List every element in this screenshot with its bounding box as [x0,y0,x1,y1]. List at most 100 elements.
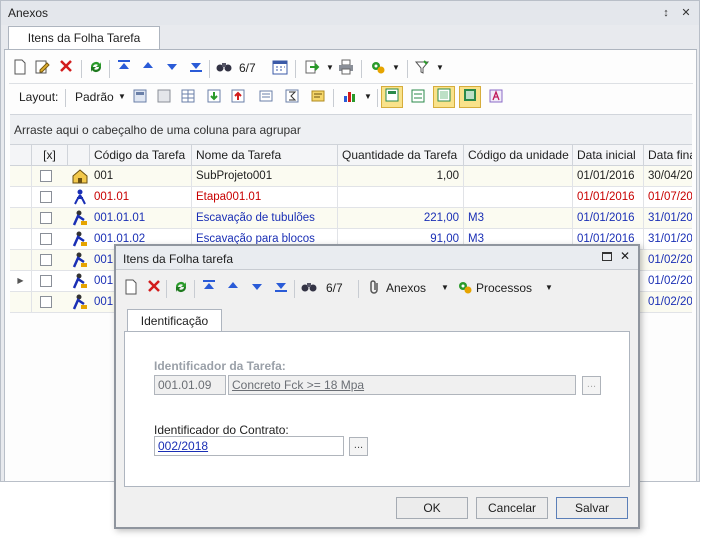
group-hint: Arraste aqui o cabeçalho de uma coluna p… [14,123,301,137]
task-id-code-field[interactable]: 001.01.09 [154,375,226,395]
layout-dropdown-icon[interactable]: ▼ [113,88,131,106]
stage-worker-icon [72,189,88,205]
task-worker-icon [72,273,88,289]
itens-folha-tarefa-dialog: Itens da Folha tarefa ✕ 6/7 Anexos ▼ Pro… [114,244,640,529]
row-checkbox[interactable] [40,191,52,203]
delete-icon[interactable] [57,59,75,77]
binoculars-icon[interactable] [300,279,318,297]
row-checkbox[interactable] [40,275,52,287]
table-row[interactable]: 001.01 Etapa001.01 01/01/2016 01/07/20 [10,187,692,208]
layout-label: Layout: [19,90,59,104]
header-icon [68,145,90,166]
font-icon[interactable] [487,88,505,106]
move-up-icon[interactable] [139,59,157,77]
new-document-icon[interactable] [11,59,29,77]
contract-lookup-button[interactable]: ... [349,437,368,456]
move-last-icon[interactable] [187,59,205,77]
group-by-area[interactable]: Arraste aqui o cabeçalho de uma coluna p… [10,114,692,144]
chart-dropdown-icon[interactable]: ▼ [359,88,377,106]
filter-icon[interactable] [413,59,431,77]
process-gears-icon[interactable] [456,279,474,297]
move-last-icon[interactable] [272,279,290,297]
dialog-toolbar: 6/7 Anexos ▼ Processos ▼ [118,274,636,302]
refresh-icon[interactable] [172,279,190,297]
anexos-menu-button[interactable]: Anexos [386,281,426,295]
refresh-icon[interactable] [87,59,105,77]
panel-title: Anexos [8,6,49,20]
header-select-all[interactable]: [x] [32,145,68,166]
task-id-description-field[interactable]: Concreto Fck >= 18 Mpa [228,375,576,395]
save-button[interactable]: Salvar [556,497,628,519]
view-form-highlighted-icon[interactable] [433,86,455,108]
row-checkbox[interactable] [40,233,52,245]
pin-icon[interactable]: ↕ [659,6,673,20]
move-down-icon[interactable] [163,59,181,77]
anexos-dropdown-icon[interactable]: ▼ [436,279,454,297]
close-icon[interactable]: ✕ [679,6,693,20]
layout-save-icon[interactable] [131,88,149,106]
header-codigo-tarefa[interactable]: Código da Tarefa [90,145,192,166]
ok-button[interactable]: OK [396,497,468,519]
header-codigo-unidade[interactable]: Código da unidade [464,145,573,166]
layout-import-icon[interactable] [205,88,223,106]
subproject-house-icon [72,168,88,184]
tab-identificacao[interactable]: Identificação [127,309,222,332]
filter-dropdown-icon[interactable]: ▼ [431,59,449,77]
view-detail-highlighted-icon[interactable] [459,86,481,108]
layout-sum-icon[interactable] [283,88,301,106]
move-first-icon[interactable] [115,59,133,77]
grid-header: [x] Código da Tarefa Nome da Tarefa Quan… [10,144,692,166]
processos-menu-button[interactable]: Processos [476,281,532,295]
header-data-final[interactable]: Data fina [644,145,692,166]
panel-title-bar: Anexos ↕ ✕ [1,1,699,25]
edit-icon[interactable] [33,59,51,77]
row-checkbox[interactable] [40,212,52,224]
process-gears-icon[interactable] [369,59,387,77]
layout-group-icon[interactable] [257,88,275,106]
task-worker-icon [72,252,88,268]
binoculars-icon[interactable] [215,59,233,77]
dialog-close-icon[interactable]: ✕ [620,249,630,263]
move-first-icon[interactable] [200,279,218,297]
table-row[interactable]: 001 SubProjeto001 1,00 01/01/2016 30/04/… [10,166,692,187]
task-worker-icon [72,210,88,226]
view-list-icon[interactable] [409,88,427,106]
move-up-icon[interactable] [224,279,242,297]
layout-copy-icon[interactable] [155,88,173,106]
layout-note-icon[interactable] [309,88,327,106]
dialog-title: Itens da Folha tarefa [123,252,234,266]
contract-id-field[interactable]: 002/2018 [154,436,344,456]
current-row-indicator-icon: ▶ [10,271,32,291]
layout-select[interactable]: Padrão [75,90,114,104]
processos-dropdown-icon[interactable]: ▼ [540,279,558,297]
maximize-icon[interactable] [602,252,612,261]
move-down-icon[interactable] [248,279,266,297]
layout-export-icon[interactable] [229,88,247,106]
contract-id-label: Identificador do Contrato: [154,423,289,437]
row-checkbox[interactable] [40,170,52,182]
print-icon[interactable] [337,59,355,77]
layout-columns-icon[interactable] [179,88,197,106]
delete-icon[interactable] [145,279,163,297]
cancel-button[interactable]: Cancelar [476,497,548,519]
header-quantidade[interactable]: Quantidade da Tarefa [338,145,464,166]
export-icon[interactable] [303,59,321,77]
new-document-icon[interactable] [122,279,140,297]
calendar-icon[interactable] [271,59,289,77]
table-row[interactable]: 001.01.01 Escavação de tubulões 221,00 M… [10,208,692,229]
record-counter: 6/7 [239,61,256,75]
dialog-title-bar: Itens da Folha tarefa ✕ [116,246,638,270]
view-grid-highlighted-icon[interactable] [381,86,403,108]
paperclip-icon[interactable] [366,279,384,297]
row-checkbox[interactable] [40,296,52,308]
task-id-label: Identificador da Tarefa: [154,359,286,373]
header-nome-tarefa[interactable]: Nome da Tarefa [192,145,338,166]
process-dropdown-icon[interactable]: ▼ [387,59,405,77]
task-id-lookup-button[interactable]: ... [582,376,601,395]
header-data-inicial[interactable]: Data inicial [573,145,644,166]
toolbar-layout: Layout: Padrão ▼ ▼ [9,83,693,111]
chart-icon[interactable] [341,88,359,106]
row-checkbox[interactable] [40,254,52,266]
tab-itens-folha-tarefa[interactable]: Itens da Folha Tarefa [8,26,160,50]
task-worker-icon [72,231,88,247]
